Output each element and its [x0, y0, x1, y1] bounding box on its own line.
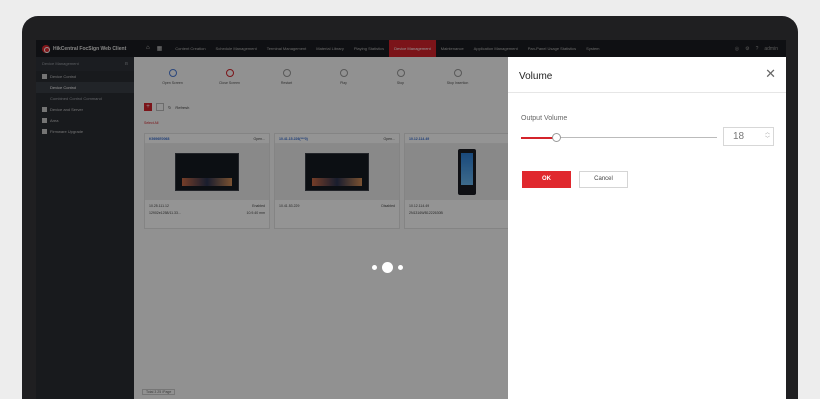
panel-title: Volume — [519, 71, 553, 82]
ok-button[interactable]: OK — [522, 171, 571, 188]
close-icon[interactable]: ✕ — [765, 67, 776, 80]
volume-stepper[interactable]: ︿ ﹀ — [765, 130, 770, 142]
volume-slider[interactable] — [521, 133, 717, 142]
chevron-down-icon[interactable]: ﹀ — [765, 136, 770, 142]
divider — [508, 92, 786, 93]
loading-dot — [372, 265, 377, 270]
loading-dot — [382, 262, 393, 273]
volume-slider-fill — [521, 136, 557, 139]
output-volume-label: Output Volume — [521, 115, 568, 122]
volume-value: 18 — [733, 131, 745, 142]
volume-slider-thumb[interactable] — [552, 133, 562, 142]
volume-input[interactable]: 18 ︿ ﹀ — [723, 127, 774, 146]
cancel-button[interactable]: Cancel — [579, 171, 628, 188]
loading-spinner — [372, 262, 403, 273]
volume-panel: Volume ✕ Output Volume 18 ︿ ﹀ OK Cancel — [508, 57, 786, 399]
loading-dot — [398, 265, 403, 270]
screen: HikCentral FocSign Web Client ⌂ ▦ Conten… — [36, 40, 786, 399]
